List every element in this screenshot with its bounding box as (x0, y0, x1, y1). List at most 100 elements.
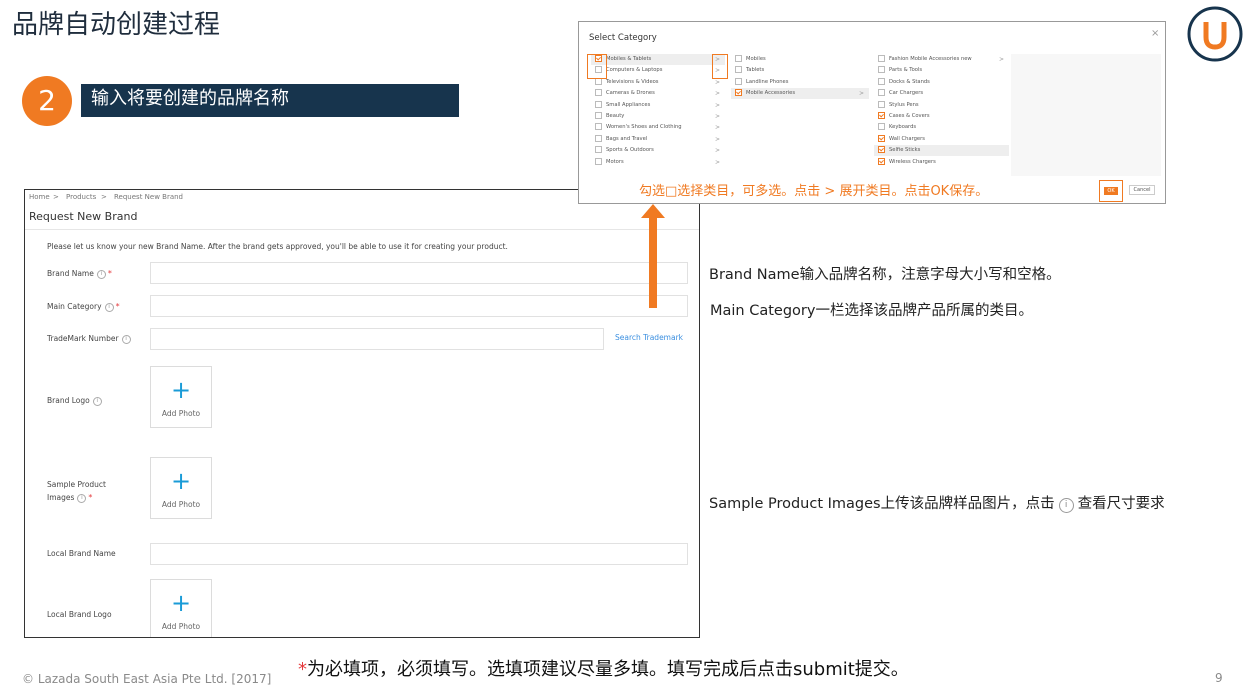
dialog-hint-text: 勾选□选择类目，可多选。点击 > 展开类目。点击OK保存。 (639, 184, 989, 199)
checkbox-icon[interactable] (595, 100, 602, 108)
brand-logo-upload[interactable]: + Add Photo (150, 366, 212, 428)
category-item[interactable]: Small Appliances > (591, 100, 725, 111)
chevron-right-icon[interactable]: > (715, 134, 720, 145)
category-item[interactable]: Cases & Covers (874, 111, 1009, 122)
required-star: * (298, 659, 307, 680)
category-item[interactable]: Keyboards (874, 122, 1009, 133)
checkbox-icon[interactable] (878, 123, 885, 131)
category-item[interactable]: Parts & Tools (874, 65, 1009, 76)
category-item[interactable]: Sports & Outdoors > (591, 145, 725, 156)
category-item[interactable]: Computers & Laptops > (591, 65, 725, 76)
category-column-2: Mobiles Tablets Landline Phones Mobile Acce… (731, 54, 869, 176)
checkbox-checked-icon[interactable] (878, 146, 885, 154)
checkbox-icon[interactable] (595, 123, 602, 131)
checkbox-checked-icon[interactable] (878, 134, 885, 142)
checkbox-icon[interactable] (595, 134, 602, 142)
note-sample-images: Sample Product Images上传该品牌样品图片，点击 i 查看尺寸要求 (709, 492, 1165, 513)
category-item[interactable]: Televisions & Videos > (591, 77, 725, 88)
category-item[interactable]: Docks & Stands (874, 77, 1009, 88)
category-item[interactable]: Car Chargers (874, 88, 1009, 99)
chevron-right-icon[interactable]: > (715, 122, 720, 133)
checkbox-icon[interactable] (595, 89, 602, 97)
category-item[interactable]: Wall Chargers (874, 134, 1009, 145)
trademark-label-text: TradeMark Number (47, 334, 119, 343)
category-label: Mobile Accessories (746, 90, 796, 97)
checkbox-icon[interactable] (878, 77, 885, 85)
category-column-3: Fashion Mobile Accessories new > Parts & T… (874, 54, 1009, 176)
category-item[interactable]: Cameras & Drones > (591, 88, 725, 99)
checkbox-icon[interactable] (878, 66, 885, 74)
breadcrumb-products[interactable]: Products (66, 193, 96, 201)
category-label: Sports & Outdoors (606, 147, 654, 154)
required-marker: * (107, 269, 112, 278)
category-column-1: Mobiles & Tablets > Computers & Laptops > Te… (591, 54, 725, 176)
chevron-right-icon[interactable]: > (715, 111, 720, 122)
breadcrumb-current: Request New Brand (114, 193, 184, 201)
checkbox-highlight-box (587, 54, 607, 79)
category-item[interactable]: Selfie Sticks (874, 145, 1009, 157)
category-item[interactable]: Motors > (591, 157, 725, 168)
category-item[interactable]: Stylus Pens (874, 100, 1009, 111)
form-title: Request New Brand (29, 210, 138, 223)
divider (25, 229, 699, 230)
search-trademark-link[interactable]: Search Trademark (615, 333, 683, 342)
brand-name-label-text: Brand Name (47, 269, 94, 278)
category-item[interactable]: Mobiles & Tablets > (591, 54, 725, 65)
category-label: Mobiles & Tablets (606, 56, 652, 62)
main-category-select[interactable] (150, 295, 688, 317)
checkbox-icon[interactable] (595, 146, 602, 154)
breadcrumb-home[interactable]: Home (29, 193, 50, 201)
category-item[interactable]: Beauty > (591, 111, 725, 122)
local-brand-name-input[interactable] (150, 543, 688, 565)
category-item[interactable]: Wireless Chargers (874, 157, 1009, 168)
category-label: Women's Shoes and Clothing (606, 124, 682, 131)
info-icon[interactable]: i (92, 396, 102, 406)
checkbox-icon[interactable] (878, 89, 885, 97)
checkbox-icon[interactable] (735, 55, 742, 62)
chevron-right-icon[interactable]: > (859, 88, 864, 99)
category-label: Computers & Laptops (606, 67, 663, 74)
checkbox-icon[interactable] (878, 100, 885, 108)
main-category-label: Main Category i * (47, 302, 120, 312)
category-label: Keyboards (889, 124, 917, 131)
brand-name-input[interactable] (150, 262, 688, 284)
checkbox-icon[interactable] (595, 112, 602, 119)
info-icon[interactable]: i (104, 302, 114, 312)
chevron-right-icon[interactable]: > (715, 88, 720, 99)
checkbox-icon[interactable] (735, 77, 742, 85)
category-label: Mobiles (746, 56, 766, 62)
chevron-right-icon[interactable]: > (715, 145, 720, 156)
category-label: Tablets (746, 67, 765, 74)
checkbox-icon[interactable] (595, 157, 602, 165)
trademark-label: TradeMark Number i (47, 334, 131, 344)
chevron-right-icon[interactable]: > (715, 100, 720, 111)
checkbox-icon[interactable] (878, 55, 885, 62)
category-label: Landline Phones (746, 78, 789, 85)
cancel-button[interactable]: Cancel (1129, 185, 1155, 195)
chevron-right-icon[interactable]: > (715, 157, 720, 168)
trademark-input[interactable] (150, 328, 604, 350)
category-item[interactable]: Mobiles (731, 54, 869, 65)
chevron-right-icon[interactable]: > (999, 54, 1004, 65)
checkbox-checked-icon[interactable] (878, 157, 885, 165)
form-intro-text: Please let us know your new Brand Name. … (47, 242, 508, 251)
sample-images-upload[interactable]: + Add Photo (150, 457, 212, 519)
category-item[interactable]: Tablets (731, 65, 869, 76)
category-item[interactable]: Fashion Mobile Accessories new > (874, 54, 1009, 65)
checkbox-checked-icon[interactable] (878, 112, 885, 119)
info-icon[interactable]: i (121, 334, 131, 344)
close-icon[interactable]: × (1151, 28, 1159, 39)
info-icon[interactable]: i (96, 269, 106, 279)
required-marker: * (88, 493, 93, 502)
category-item[interactable]: Bags and Travel > (591, 134, 725, 145)
category-label: Small Appliances (606, 101, 651, 108)
category-item[interactable]: Mobile Accessories > (731, 88, 869, 100)
local-brand-logo-upload[interactable]: + Add Photo (150, 579, 212, 637)
checkbox-icon[interactable] (735, 66, 742, 74)
category-item[interactable]: Landline Phones (731, 77, 869, 88)
info-icon[interactable]: i (77, 493, 87, 503)
plus-icon: + (170, 467, 192, 495)
category-item[interactable]: Women's Shoes and Clothing > (591, 122, 725, 133)
ok-button[interactable]: OK (1099, 180, 1123, 202)
checkbox-checked-icon[interactable] (735, 89, 742, 97)
